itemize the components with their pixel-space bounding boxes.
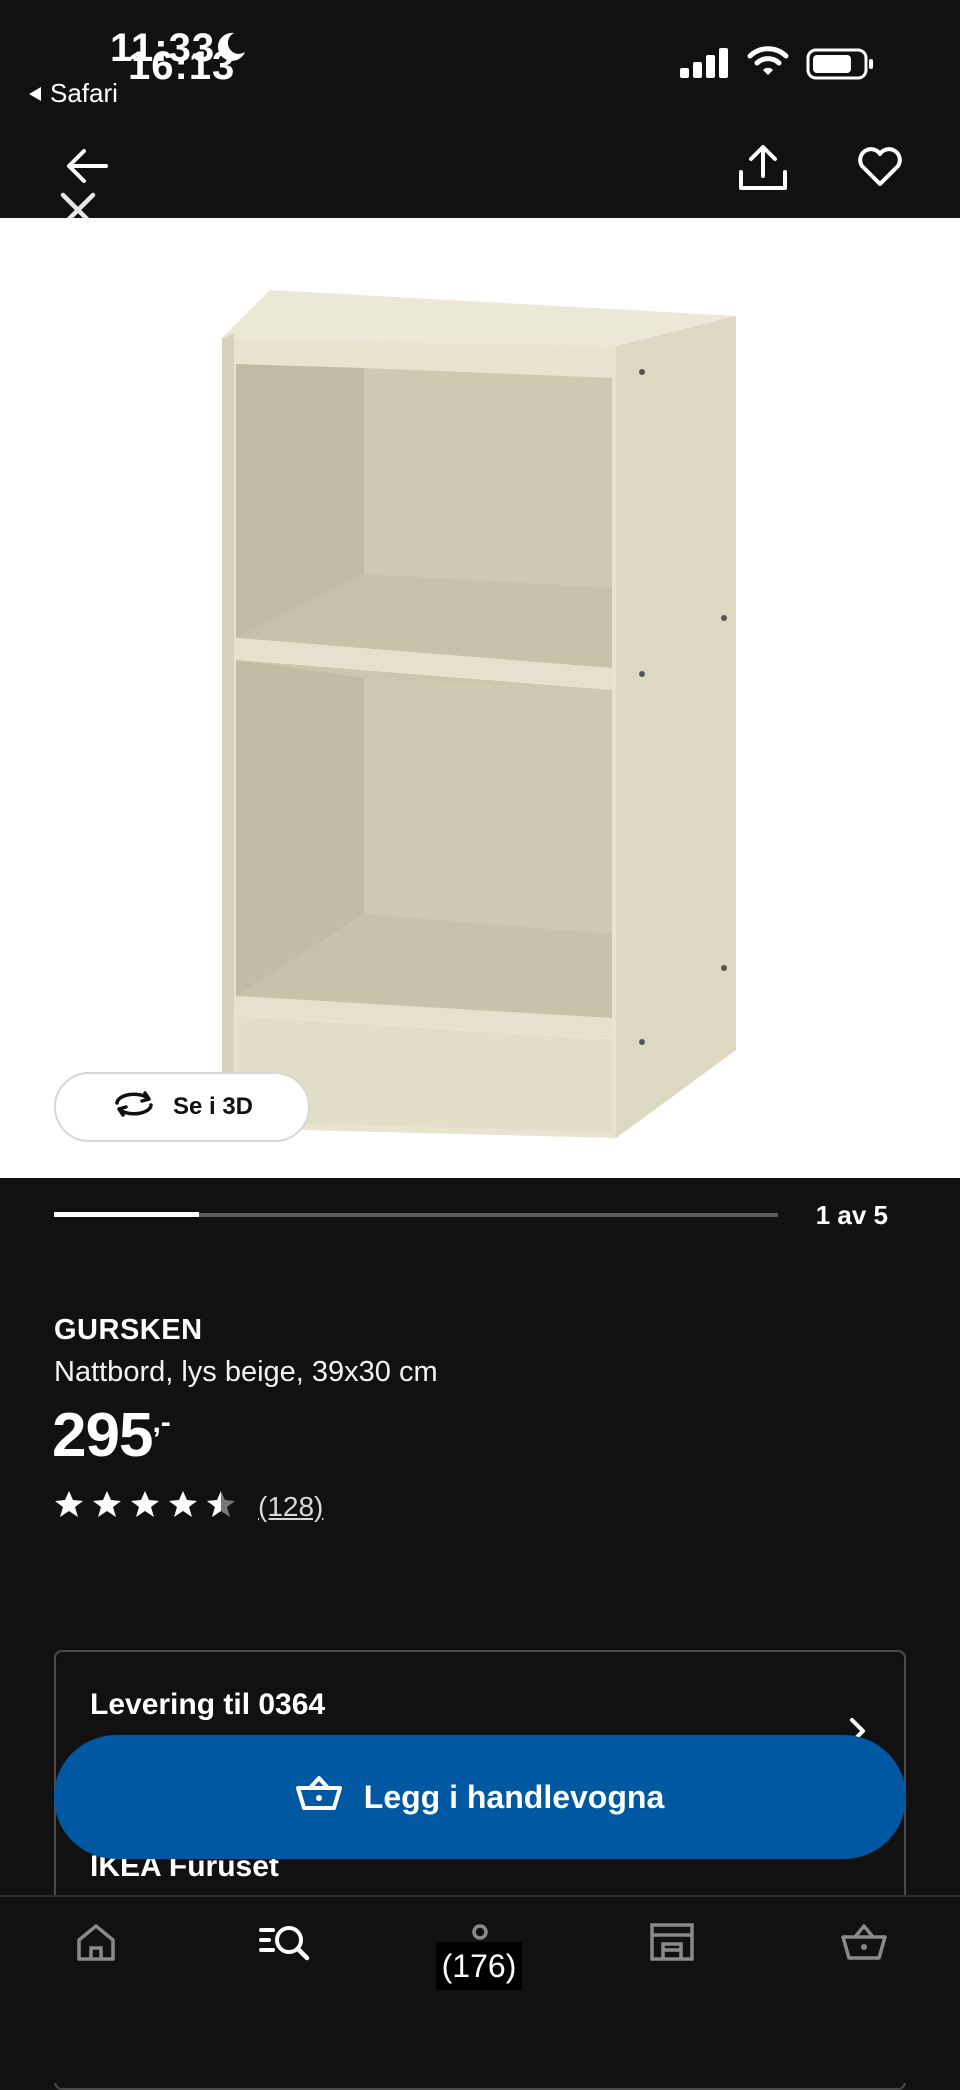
price-value: 295: [52, 1401, 153, 1470]
share-icon[interactable]: [736, 144, 790, 197]
tab-search[interactable]: [246, 1922, 326, 1978]
product-description: Nattbord, lys beige, 39x30 cm: [54, 1356, 438, 1388]
delivery-title: Levering til 0364: [90, 1688, 326, 1721]
home-icon: [75, 1922, 117, 1978]
price-suffix: ,-: [152, 1406, 171, 1439]
add-to-cart-button[interactable]: Legg i handlevogna: [54, 1735, 906, 1859]
rotate-3d-icon: [111, 1089, 157, 1126]
store-icon: [649, 1922, 695, 1978]
star-icon: [54, 1490, 84, 1523]
rating-count[interactable]: (128): [258, 1491, 323, 1523]
back-triangle-icon: [28, 78, 42, 109]
moon-icon: [214, 30, 248, 69]
nightstand-illustration: [222, 290, 736, 1138]
view-in-3d-button[interactable]: Se i 3D: [54, 1072, 310, 1142]
rating[interactable]: (128): [54, 1490, 323, 1523]
back-app-label: Safari: [50, 78, 118, 108]
product-name: GURSKEN: [54, 1314, 203, 1346]
star-icon: [92, 1490, 122, 1523]
cellular-signal-icon: [680, 48, 730, 83]
search-icon: [259, 1922, 313, 1978]
back-to-app-link[interactable]: Safari: [28, 78, 118, 109]
wifi-icon: [746, 44, 790, 83]
cart-icon: [841, 1922, 887, 1978]
basket-icon: [295, 1774, 342, 1820]
star-half-icon: [206, 1490, 236, 1523]
tab-cart[interactable]: [824, 1922, 904, 1978]
product-image[interactable]: [0, 218, 960, 1178]
view-in-3d-label: Se i 3D: [172, 1093, 254, 1120]
profile-badge: (176): [436, 1942, 522, 1990]
image-counter: 1 av 5: [815, 1200, 888, 1230]
product-price: 295 ,-: [52, 1400, 171, 1471]
heart-icon[interactable]: [856, 146, 904, 193]
tab-store[interactable]: [632, 1922, 712, 1978]
back-arrow-icon[interactable]: [66, 148, 108, 189]
nav-bar: [0, 110, 960, 218]
tab-home[interactable]: [56, 1922, 136, 1978]
image-progress-fill: [54, 1212, 199, 1217]
battery-icon: [806, 48, 876, 85]
star-icon: [168, 1490, 198, 1523]
star-icon: [130, 1490, 160, 1523]
add-to-cart-label: Legg i handlevogna: [363, 1778, 665, 1815]
